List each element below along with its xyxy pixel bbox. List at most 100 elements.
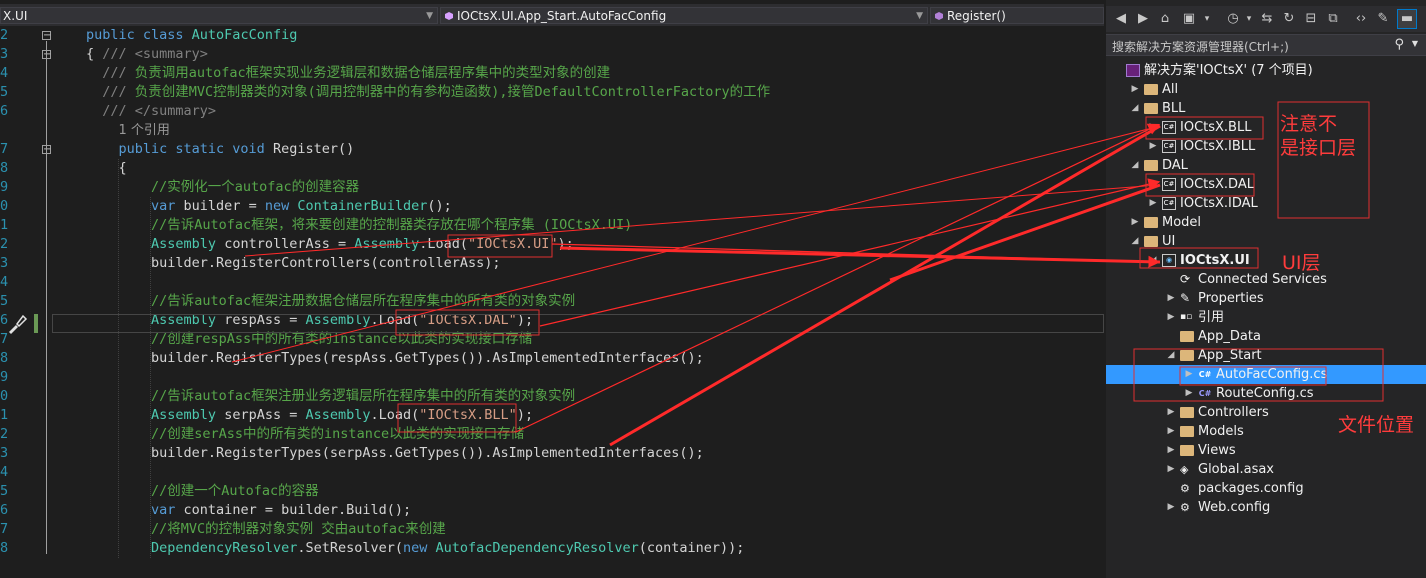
tree-node[interactable]: App_Data (1106, 327, 1426, 346)
code-line[interactable]: 3 builder.RegisterControllers(controller… (0, 254, 1104, 273)
code-area[interactable]: 2 public class AutoFacConfig 3 { /// <summa… (0, 26, 1104, 578)
code-line[interactable]: 8 DependencyResolver.SetResolver(new Aut… (0, 539, 1104, 558)
tree-node[interactable]: ▶ ⚙ Web.config (1106, 498, 1426, 517)
code-line[interactable]: 1 Assembly serpAss = Assembly.Load("IOCt… (0, 406, 1104, 425)
expand-arrow-icon[interactable]: ▶ (1166, 422, 1176, 441)
refresh-icon[interactable]: ↻ (1280, 10, 1298, 28)
code-line[interactable]: 1 个引用 (0, 121, 1104, 140)
code-line[interactable]: 6 /// </summary> (0, 102, 1104, 121)
back-icon[interactable]: ◀ (1112, 10, 1130, 28)
expand-arrow-icon[interactable]: ▶ (1130, 80, 1140, 99)
chevron-down-icon[interactable]: ▾ (1202, 10, 1212, 28)
show-all-files-icon[interactable]: ⧉ (1324, 10, 1342, 28)
fold-toggle-icon[interactable]: − (42, 31, 51, 41)
code-line[interactable]: 4 /// 负责调用autofac框架实现业务逻辑层和数据仓储层程序集中的类型对… (0, 64, 1104, 83)
code-line[interactable]: 9 //实例化一个autofac的创建容器 (0, 178, 1104, 197)
code-text: //告诉Autofac框架，将来要创建的控制器类存放在哪个程序集 (IOCtsX… (151, 217, 633, 233)
expand-arrow-icon[interactable]: ▶ (1166, 498, 1176, 517)
preview-selected-icon[interactable]: ▬ (1397, 9, 1417, 29)
search-icon[interactable]: ⚲ (1394, 37, 1404, 52)
code-line[interactable]: 3 builder.RegisterTypes(serpAss.GetTypes… (0, 444, 1104, 463)
code-editor[interactable]: X.UI ▼ IOCtsX.UI.App_Start.AutoFacConfig… (0, 0, 1104, 578)
code-line[interactable]: 3 { /// <summary> (0, 45, 1104, 64)
collapse-arrow-icon[interactable]: ◢ (1130, 99, 1140, 118)
expand-arrow-icon[interactable]: ▶ (1148, 118, 1158, 137)
tree-node-label: 引用 (1198, 310, 1225, 325)
code-line[interactable]: 2 //创建serAss中的所有类的instance以此类的实现接口存储 (0, 425, 1104, 444)
tree-node[interactable]: ◢ App_Start (1106, 346, 1426, 365)
tree-node[interactable]: 解决方案'IOCtsX' (7 个项目) (1106, 61, 1426, 80)
collapse-arrow-icon[interactable]: ◢ (1130, 232, 1140, 251)
expand-arrow-icon[interactable]: ▶ (1166, 460, 1176, 479)
tree-node[interactable]: ▶ C# IOCtsX.DAL (1106, 175, 1426, 194)
tree-node[interactable]: ▶ ✎ Properties (1106, 289, 1426, 308)
collapse-arrow-icon[interactable]: ◢ (1130, 156, 1140, 175)
chevron-down-icon[interactable]: ▼ (1412, 39, 1418, 48)
tree-node[interactable]: ◢ BLL (1106, 99, 1426, 118)
expand-arrow-icon[interactable]: ▶ (1148, 175, 1158, 194)
tree-node-label: IOCtsX.IBLL (1180, 139, 1256, 154)
code-line[interactable]: 5 /// 负责创建MVC控制器类的对象(调用控制器中的有参构造函数),接管De… (0, 83, 1104, 102)
collapse-arrow-icon[interactable]: ◢ (1166, 346, 1176, 365)
code-line[interactable]: 5 //告诉autofac框架注册数据仓储层所在程序集中的所有类的对象实例 (0, 292, 1104, 311)
code-line[interactable]: 0 //告诉autofac框架注册业务逻辑层所在程序集中的所有类的对象实例 (0, 387, 1104, 406)
code-line[interactable]: 8 { (0, 159, 1104, 178)
tree-node[interactable]: ▶ C# IOCtsX.BLL (1106, 118, 1426, 137)
forward-icon[interactable]: ▶ (1134, 10, 1152, 28)
expand-arrow-icon[interactable]: ▶ (1148, 194, 1158, 213)
tree-node[interactable]: ▶ Model (1106, 213, 1426, 232)
code-line[interactable]: 9 (0, 368, 1104, 387)
line-number: 8 (0, 540, 9, 556)
tree-node[interactable]: ▶ C# IOCtsX.IBLL (1106, 137, 1426, 156)
expand-arrow-icon[interactable]: ▶ (1166, 289, 1176, 308)
not-interface-note: 注意不 是接口层 (1280, 113, 1357, 159)
tree-node[interactable]: ▶ Views (1106, 441, 1426, 460)
tree-node[interactable]: ▶ C# IOCtsX.IDAL (1106, 194, 1426, 213)
chevron-down-icon[interactable]: ▾ (1244, 10, 1254, 28)
project-icon: C# (1162, 121, 1176, 134)
code-line[interactable]: 2 public class AutoFacConfig (0, 26, 1104, 45)
code-line[interactable]: 0 var builder = new ContainerBuilder(); (0, 197, 1104, 216)
switch-views-icon[interactable]: ▣ (1180, 10, 1198, 28)
expand-arrow-icon[interactable]: ▶ (1184, 384, 1194, 403)
expand-arrow-icon[interactable]: ▶ (1148, 137, 1158, 156)
tree-node[interactable]: ◢ ◉ IOCtsX.UI (1106, 251, 1426, 270)
expand-arrow-icon[interactable]: ▶ (1130, 213, 1140, 232)
tree-node[interactable]: ⟳ Connected Services (1106, 270, 1426, 289)
expand-arrow-icon[interactable]: ▶ (1184, 365, 1194, 384)
code-line[interactable]: 2 Assembly controllerAss = Assembly.Load… (0, 235, 1104, 254)
expand-arrow-icon[interactable]: ▶ (1166, 403, 1176, 422)
code-line[interactable]: 6 var container = builder.Build(); (0, 501, 1104, 520)
sync-icon[interactable]: ⇆ (1258, 10, 1276, 28)
code-line[interactable]: 7 //将MVC的控制器对象实例 交由autofac来创建 (0, 520, 1104, 539)
home-icon[interactable]: ⌂ (1156, 10, 1174, 28)
collapse-all-icon[interactable]: ⊟ (1302, 10, 1320, 28)
code-line[interactable]: 4 (0, 273, 1104, 292)
tree-node[interactable]: ▶ All (1106, 80, 1426, 99)
code-line[interactable]: 4 (0, 463, 1104, 482)
code-line[interactable]: 1 //告诉Autofac框架，将来要创建的控制器类存放在哪个程序集 (IOCt… (0, 216, 1104, 235)
properties-wrench-icon[interactable]: ✎ (1374, 10, 1392, 28)
collapse-arrow-icon[interactable]: ◢ (1148, 251, 1158, 270)
expand-arrow-icon[interactable]: ▶ (1166, 308, 1176, 327)
tree-node[interactable]: ▶ C# AutoFacConfig.cs (1106, 365, 1426, 384)
member-dropdown[interactable]: Register() (930, 7, 1104, 24)
tree-node[interactable]: ▶ C# RouteConfig.cs (1106, 384, 1426, 403)
code-line[interactable]: 7 public static void Register() (0, 140, 1104, 159)
tree-node[interactable]: ▶ ▪▫ 引用 (1106, 308, 1426, 327)
expand-arrow-icon[interactable]: ▶ (1166, 441, 1176, 460)
code-line[interactable]: 8 builder.RegisterTypes(respAss.GetTypes… (0, 349, 1104, 368)
solution-search-box[interactable]: 搜索解决方案资源管理器(Ctrl+;) ⚲ ▼ (1106, 34, 1426, 56)
tree-node[interactable]: ◢ DAL (1106, 156, 1426, 175)
code-line[interactable]: 5 //创建一个Autofac的容器 (0, 482, 1104, 501)
tree-node[interactable]: ▶ ◈ Global.asax (1106, 460, 1426, 479)
type-dropdown[interactable]: IOCtsX.UI.App_Start.AutoFacConfig ▼ (440, 7, 928, 24)
project-dropdown[interactable]: X.UI ▼ (0, 7, 438, 24)
quick-actions-brush-icon[interactable] (6, 313, 28, 335)
tree-node[interactable]: ◢ UI (1106, 232, 1426, 251)
pending-changes-icon[interactable]: ◷ (1224, 10, 1242, 28)
view-code-icon[interactable]: ‹› (1352, 10, 1370, 28)
web-project-icon: ◉ (1162, 254, 1176, 267)
tree-node[interactable]: ⚙ packages.config (1106, 479, 1426, 498)
code-text: //告诉autofac框架注册数据仓储层所在程序集中的所有类的对象实例 (151, 293, 576, 309)
